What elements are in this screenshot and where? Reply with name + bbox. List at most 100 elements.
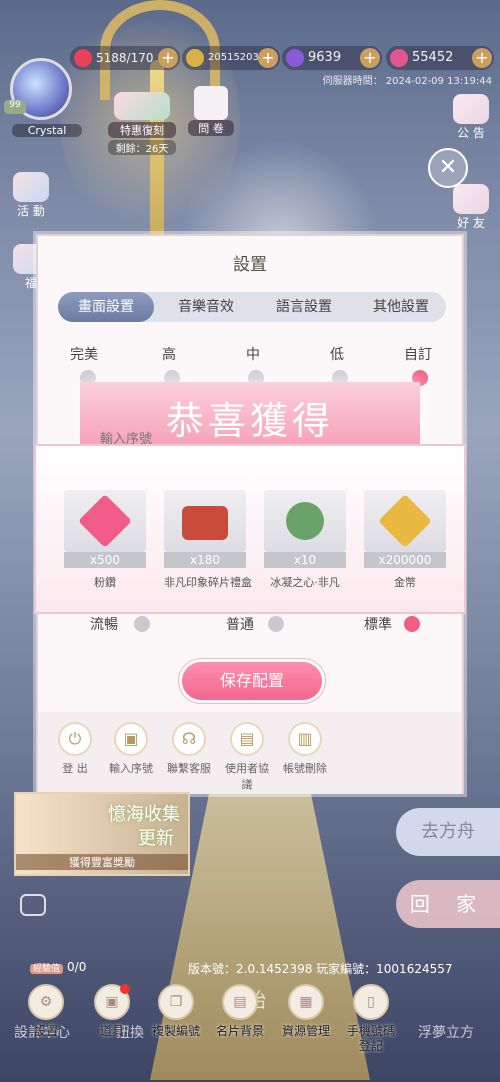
sidebar-item-friends[interactable]: 好 友 <box>446 184 496 231</box>
bottom-label: 名片背景 <box>215 1024 264 1038</box>
go-ark-button[interactable]: 去方舟 <box>396 808 500 856</box>
diamond-value: 9639 <box>308 50 342 65</box>
reward-item: x10 冰凝之心·非凡 <box>264 490 346 590</box>
bottom-action-bar: ⚙ 設置 ▣ 道具 ❐ 複製編號 ▤ 名片背景 ▦ 資源管理 ▯ 手機號碼登記 <box>0 984 500 1082</box>
redeem-code-button[interactable]: ▣ 輸入序號 <box>104 722 158 776</box>
pink-diamond-value: 55452 <box>412 50 454 65</box>
pink-diamond-icon <box>78 494 132 548</box>
item-name: 金幣 <box>394 576 416 589</box>
user-agreement-button[interactable]: ▤ 使用者協議 <box>220 722 274 792</box>
item-tile <box>164 490 246 552</box>
go-home-button[interactable]: 回 家 <box>396 880 500 928</box>
item-name: 非凡印象碎片禮盒 <box>164 576 252 589</box>
reward-item: x500 粉鑽 <box>64 490 146 590</box>
folder-icon: ▦ <box>288 984 324 1020</box>
copy-id-button[interactable]: ❐ 複製編號 <box>146 984 206 1039</box>
save-settings-button[interactable]: 保存配置 <box>182 662 322 700</box>
card-icon: ▤ <box>222 984 258 1020</box>
headset-icon: ☊ <box>172 722 206 756</box>
exp-value: 0/0 <box>67 960 87 974</box>
event-banner[interactable]: 憶海收集 更新 獲得豐富獎勵 <box>14 792 190 876</box>
quality-label: 低 <box>330 347 344 363</box>
stamina-value: 5188/170 <box>96 51 154 65</box>
chat-icon[interactable] <box>20 894 46 916</box>
items-button[interactable]: ▣ 道具 <box>82 984 142 1039</box>
option-radio-selected[interactable] <box>404 616 420 632</box>
settings-button[interactable]: ⚙ 設置 <box>16 984 76 1039</box>
panel-title: 設置 <box>233 255 267 275</box>
logout-button[interactable]: ⏻ 登 出 <box>48 722 102 776</box>
option-label: 標準 <box>364 617 392 633</box>
gold-counter: 205152034 + <box>182 46 280 70</box>
sidebar-label: 公 告 <box>457 126 485 140</box>
reward-item: x200000 金幣 <box>364 490 446 590</box>
heart-icon <box>74 49 92 67</box>
item-tile <box>264 490 346 552</box>
item-qty: x500 <box>64 552 146 568</box>
sidebar-label: 好 友 <box>457 216 485 230</box>
reward-item: x180 非凡印象碎片禮盒 <box>164 490 252 590</box>
close-icon[interactable]: ✕ <box>428 148 468 188</box>
player-level: 99 <box>4 100 26 114</box>
sidebar-item-notice[interactable]: 公 告 <box>446 94 496 141</box>
add-pink-diamond-button[interactable]: + <box>472 48 492 68</box>
option-radio[interactable] <box>134 616 150 632</box>
resource-management-button[interactable]: ▦ 資源管理 <box>276 984 336 1039</box>
bottom-label: 設置 <box>33 1024 58 1038</box>
bottom-label: 資源管理 <box>281 1024 330 1038</box>
trash-icon: ▥ <box>288 722 322 756</box>
survey-icon <box>194 86 228 120</box>
add-gold-button[interactable]: + <box>258 48 278 68</box>
friends-icon <box>453 184 489 214</box>
promo-image <box>114 92 170 120</box>
item-tile <box>364 490 446 552</box>
event-icon <box>13 172 49 202</box>
version-info: 版本號：2.0.1452398 玩家編號：1001624557 <box>188 962 453 976</box>
add-diamond-button[interactable]: + <box>360 48 380 68</box>
quality-label: 自訂 <box>404 347 432 363</box>
footer-label: 帳號刪除 <box>283 762 327 775</box>
bag-icon: ▣ <box>94 984 130 1020</box>
pink-diamond-counter: 55452 + <box>386 46 494 70</box>
quality-label: 中 <box>246 347 260 363</box>
tab-display[interactable]: 畫面設置 <box>58 292 154 322</box>
sidebar-item-events[interactable]: 活 動 <box>6 172 56 219</box>
bottom-label: 手機號碼登記 <box>346 1024 395 1053</box>
tab-audio[interactable]: 音樂音效 <box>162 292 250 322</box>
diamond-counter: 9639 + <box>282 46 382 70</box>
promo-countdown: 剩餘：26天 <box>108 140 176 155</box>
delete-account-button[interactable]: ▥ 帳號刪除 <box>278 722 332 776</box>
gold-value: 205152034 <box>208 52 266 63</box>
stamina-counter: 5188/170 + <box>70 46 180 70</box>
phone-icon: ▯ <box>353 984 389 1020</box>
gift-box-icon <box>182 506 228 540</box>
card-background-button[interactable]: ▤ 名片背景 <box>210 984 270 1039</box>
option-label: 流暢 <box>90 617 118 633</box>
sidebar-label: 活 動 <box>17 204 45 218</box>
tab-language[interactable]: 語言設置 <box>258 292 350 322</box>
phone-register-button[interactable]: ▯ 手機號碼登記 <box>340 984 402 1054</box>
item-tile <box>64 490 146 552</box>
event-title: 憶海收集 <box>108 804 180 825</box>
quality-label: 完美 <box>70 347 98 363</box>
survey-label: 問 卷 <box>188 120 234 136</box>
contact-support-button[interactable]: ☊ 聯繫客服 <box>162 722 216 776</box>
reward-items-box: x500 粉鑽 x180 非凡印象碎片禮盒 x10 冰凝之心·非凡 x20000… <box>34 444 466 614</box>
bottom-label: 複製編號 <box>151 1024 200 1038</box>
footer-label: 輸入序號 <box>109 762 153 775</box>
option-label: 普通 <box>226 617 254 633</box>
gold-coin-icon <box>378 494 432 548</box>
item-qty: x10 <box>264 552 346 568</box>
tab-other[interactable]: 其他設置 <box>356 292 446 322</box>
resource-bar: 5188/170 + 205152034 + 9639 + 55452 + <box>70 46 500 72</box>
rerun-promo[interactable]: 特惠復刻 剩餘：26天 <box>108 92 176 155</box>
event-caption: 獲得豐富獎勵 <box>16 854 188 870</box>
survey-button[interactable]: 問 卷 <box>188 86 234 136</box>
footer-label: 聯繫客服 <box>167 762 211 775</box>
option-radio[interactable] <box>268 616 284 632</box>
add-stamina-button[interactable]: + <box>158 48 178 68</box>
pink-diamond-icon <box>390 49 408 67</box>
player-name: Crystal <box>12 124 82 137</box>
power-icon: ⏻ <box>58 722 92 756</box>
gear-icon: ⚙ <box>28 984 64 1020</box>
